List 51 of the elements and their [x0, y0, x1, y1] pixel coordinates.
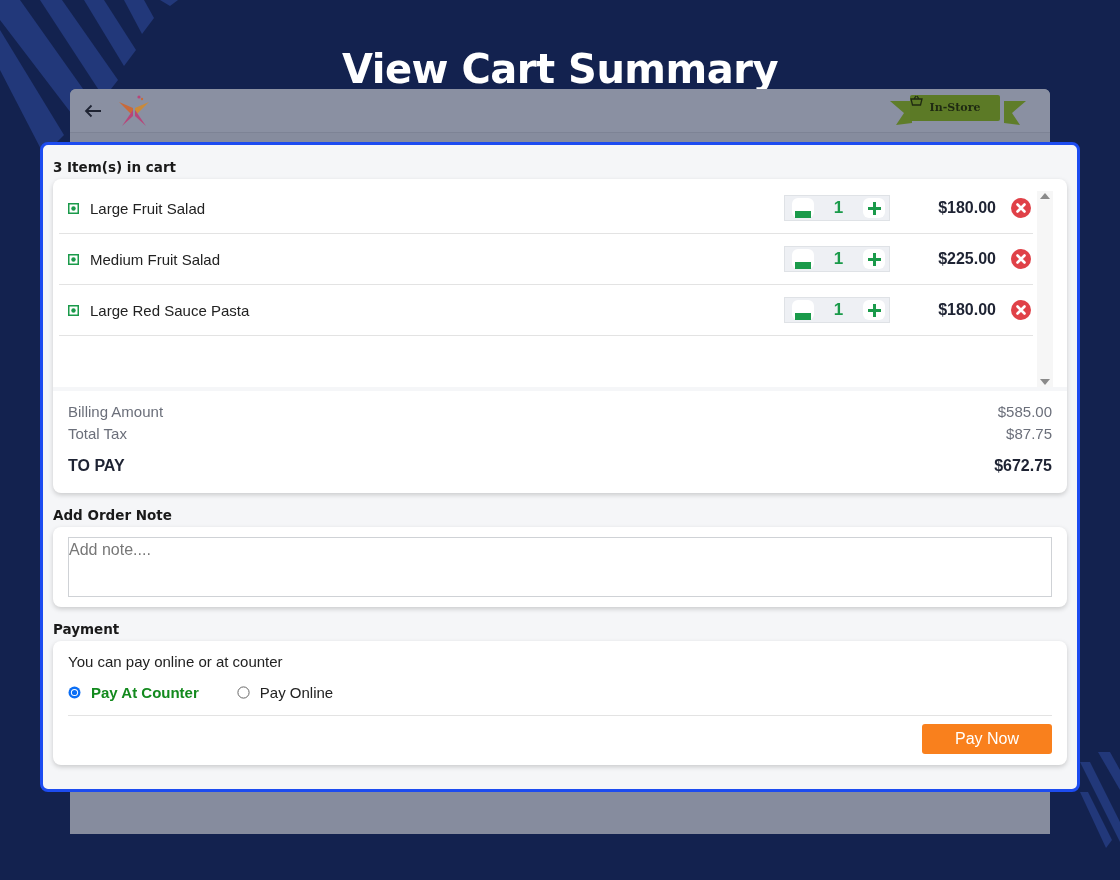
veg-icon — [68, 304, 79, 316]
basket-icon — [910, 94, 923, 106]
remove-icon[interactable] — [1011, 198, 1031, 218]
payment-hint: You can pay online or at counter — [68, 653, 284, 670]
back-arrow-icon[interactable] — [84, 103, 102, 118]
minus-icon — [795, 262, 811, 269]
summary-label: Total Tax — [68, 424, 127, 444]
item-price: $180.00 — [937, 301, 996, 319]
option-label[interactable]: Pay Online — [259, 684, 334, 701]
badge-label: In-Store — [929, 101, 981, 114]
decrease-button[interactable] — [792, 198, 814, 218]
plus-icon — [866, 251, 882, 267]
page-title: View Cart Summary — [341, 45, 779, 89]
total-value: $672.75 — [994, 457, 1052, 475]
item-price: $225.00 — [937, 250, 996, 268]
item-name: Large Fruit Salad — [90, 199, 207, 217]
summary-value: $585.00 — [997, 402, 1052, 422]
pay-now-button[interactable]: Pay Now — [922, 724, 1052, 754]
plus-icon — [866, 302, 882, 318]
remove-icon[interactable] — [1011, 249, 1031, 269]
plus-icon — [866, 200, 882, 216]
quantity-value: 1 — [833, 198, 844, 218]
summary-value: $87.75 — [1006, 424, 1052, 444]
item-name: Large Red Sauce Pasta — [90, 301, 251, 319]
radio-button[interactable] — [68, 686, 81, 699]
radio-button[interactable] — [236, 686, 250, 699]
scroll-down-icon[interactable] — [1040, 379, 1050, 385]
veg-icon — [68, 253, 79, 265]
minus-icon — [795, 211, 811, 218]
increase-button[interactable] — [863, 249, 885, 269]
order-note-field[interactable]: Add note.... — [68, 537, 1052, 597]
item-name: Medium Fruit Salad — [90, 250, 222, 268]
scrollbar[interactable] — [1037, 191, 1053, 387]
veg-icon — [68, 202, 79, 214]
scroll-up-icon[interactable] — [1040, 193, 1050, 199]
total-label: TO PAY — [68, 457, 125, 475]
butterfly-logo-icon — [118, 93, 150, 128]
minus-icon — [795, 313, 811, 320]
quantity-value: 1 — [833, 249, 844, 269]
decrease-button[interactable] — [792, 300, 814, 320]
remove-icon[interactable] — [1011, 300, 1031, 320]
section-heading: 3 Item(s) in cart — [53, 158, 178, 177]
summary-label: Billing Amount — [68, 402, 164, 422]
option-label[interactable]: Pay At Counter — [91, 684, 199, 701]
section-heading: Add Order Note — [53, 506, 173, 525]
increase-button[interactable] — [863, 198, 885, 218]
quantity-value: 1 — [833, 300, 844, 320]
decrease-button[interactable] — [792, 249, 814, 269]
section-heading: Payment — [53, 620, 121, 639]
increase-button[interactable] — [863, 300, 885, 320]
item-price: $180.00 — [937, 199, 996, 217]
